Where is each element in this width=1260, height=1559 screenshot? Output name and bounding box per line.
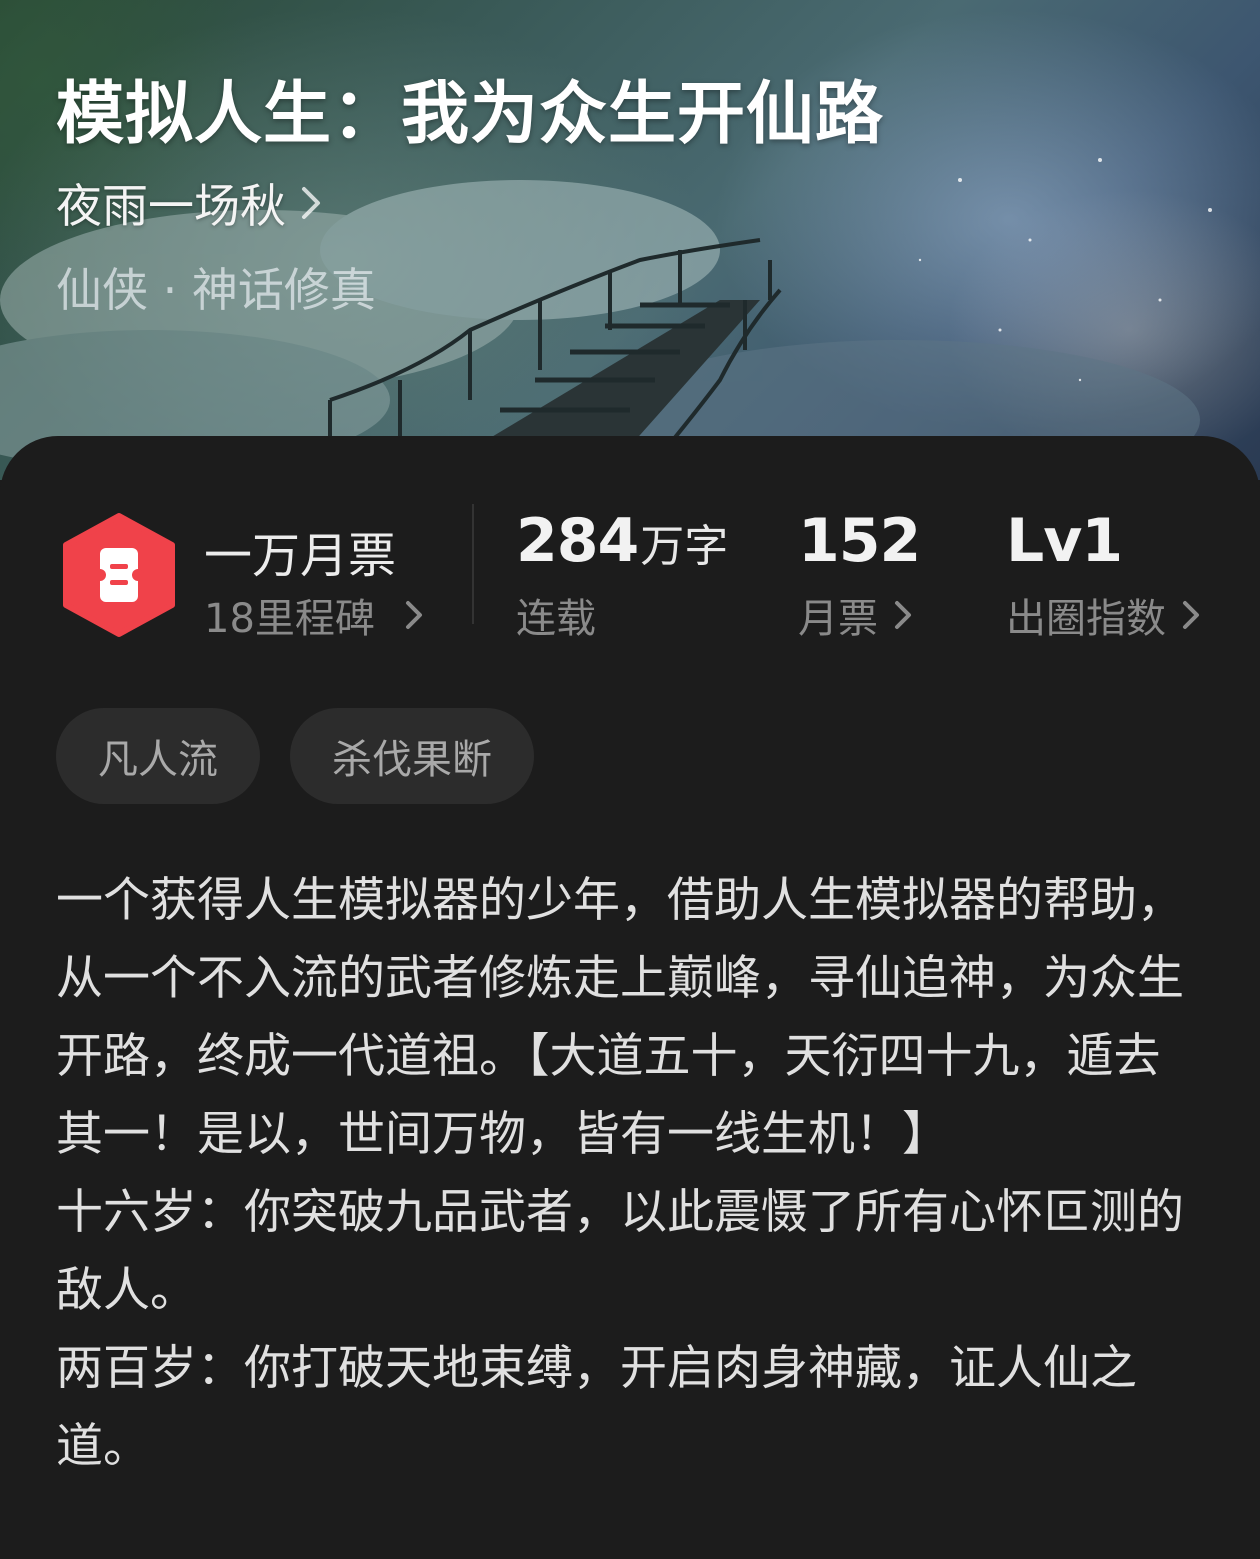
book-cover-header: 模拟人生：我为众生开仙路 夜雨一场秋 仙侠 · 神话修真 [0, 0, 1260, 480]
tag-chip[interactable]: 凡人流 [56, 708, 260, 804]
serial-status: 连载 [516, 596, 596, 642]
book-title: 模拟人生：我为众生开仙路 [56, 74, 885, 154]
book-detail-panel: 一万月票 18里程碑 284 万字 连载 152 月票 Lv1 出圈指数 凡人流… [0, 436, 1260, 1559]
synopsis-paragraph: 一个获得人生模拟器的少年，借助人生模拟器的帮助，从一个不入流的武者修炼走上巅峰，… [56, 873, 1184, 1162]
stats-divider [472, 504, 474, 624]
chevron-right-icon [405, 601, 422, 629]
chevron-right-icon [302, 187, 320, 219]
monthly-ticket-label: 月票 [798, 596, 878, 642]
influence-level: Lv1 [1006, 506, 1123, 576]
stats-row: 一万月票 18里程碑 284 万字 连载 152 月票 Lv1 出圈指数 [0, 436, 1260, 666]
synopsis-paragraph: 两百岁：你打破天地束缚，开启肉身神藏，证人仙之道。 [56, 1341, 1137, 1474]
word-count-unit: 万字 [640, 521, 729, 572]
synopsis: 一个获得人生模拟器的少年，借助人生模拟器的帮助，从一个不入流的武者修炼走上巅峰，… [56, 862, 1206, 1486]
tag-list: 凡人流 杀伐果断 [56, 708, 564, 804]
chevron-right-icon [895, 601, 911, 629]
genre-label: 仙侠 · 神话修真 [56, 263, 376, 317]
word-count-stat: 284 万字 连载 [516, 506, 728, 644]
word-count-number: 284 [516, 506, 639, 576]
chevron-right-icon [1183, 601, 1199, 629]
monthly-ticket-number: 152 [798, 506, 921, 576]
milestone-subtitle: 18里程碑 [204, 596, 375, 642]
influence-stat[interactable]: Lv1 出圈指数 [1006, 506, 1200, 644]
author-link[interactable]: 夜雨一场秋 [56, 170, 322, 236]
milestone-title: 一万月票 [204, 528, 397, 584]
milestone-link[interactable]: 18里程碑 [204, 586, 423, 644]
tag-chip[interactable]: 杀伐果断 [290, 708, 534, 804]
synopsis-paragraph: 十六岁：你突破九品武者，以此震慑了所有心怀叵测的敌人。 [56, 1185, 1184, 1318]
influence-label: 出圈指数 [1006, 596, 1166, 642]
monthly-ticket-stat[interactable]: 152 月票 [798, 506, 921, 644]
author-name: 夜雨一场秋 [56, 179, 286, 233]
ticket-hexagon-icon[interactable] [60, 512, 178, 638]
